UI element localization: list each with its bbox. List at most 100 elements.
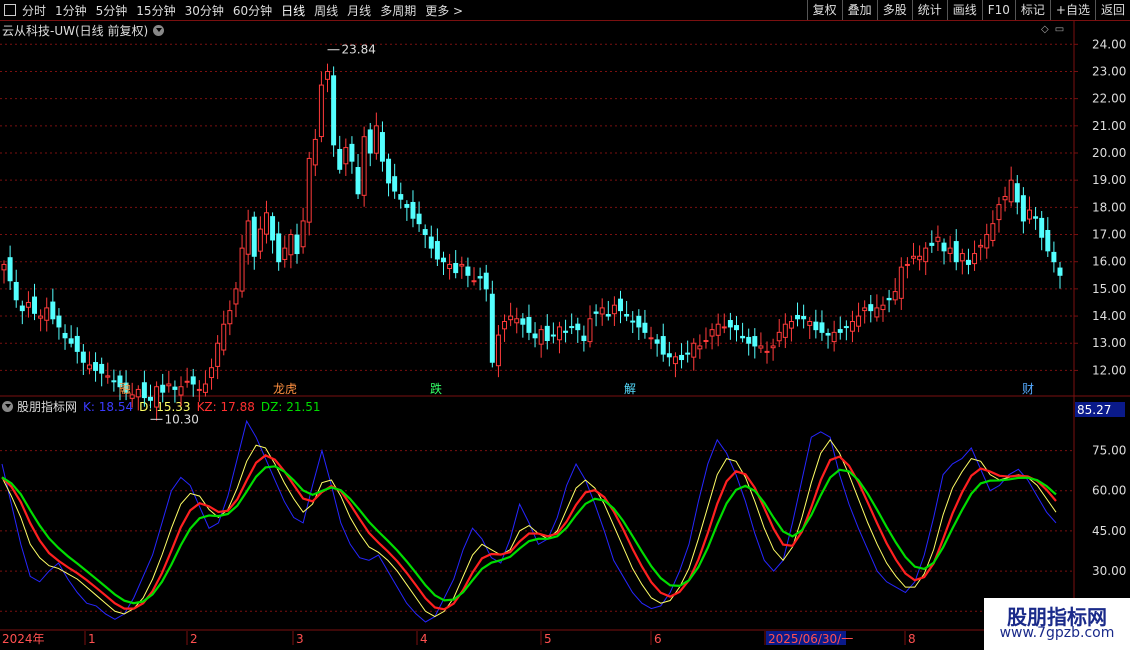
candle-body [715, 323, 721, 336]
candle-body [288, 234, 294, 256]
time-axis-label: 2024年 [2, 632, 45, 646]
candle-body [618, 298, 623, 312]
candle-body [7, 257, 13, 282]
candle-body [795, 314, 801, 320]
candle-body [862, 307, 868, 312]
candle-body [447, 263, 453, 270]
candle-body [1002, 195, 1008, 201]
candle-body [459, 263, 465, 267]
candle-body [428, 236, 434, 249]
indicator-tick-label: 45.00 [1092, 524, 1126, 538]
candle-body [99, 363, 105, 374]
candle-body [1033, 216, 1039, 219]
candle-body [563, 330, 569, 333]
candle-body [196, 388, 202, 391]
candle-body [923, 247, 929, 263]
candle-body [343, 147, 349, 165]
candle-body [215, 342, 221, 367]
candle-body [782, 323, 788, 338]
candle-body [996, 204, 1002, 221]
candle-body [941, 242, 947, 252]
candle-body [575, 323, 581, 331]
price-tick-label: 14.00 [1092, 309, 1126, 323]
candle-body [257, 228, 263, 252]
candle-body [312, 138, 318, 166]
price-tick-label: 19.00 [1092, 173, 1126, 187]
price-tick-label: 18.00 [1092, 200, 1126, 214]
price-tick-label: 17.00 [1092, 228, 1126, 242]
candle-body [758, 345, 764, 349]
time-axis-label: 4 [420, 632, 428, 646]
candle-body [221, 323, 227, 351]
candle-body [154, 386, 160, 408]
candle-body [398, 194, 404, 200]
candle-body [1020, 195, 1026, 222]
candle-body [911, 255, 916, 259]
candle-body [44, 307, 50, 321]
candle-body [1008, 179, 1014, 203]
candle-body [489, 293, 495, 363]
candle-body [532, 333, 538, 339]
candle-body [349, 143, 355, 162]
candle-body [874, 307, 880, 318]
candle-body [355, 167, 361, 195]
candle-body [68, 338, 74, 344]
candle-body [605, 314, 611, 317]
event-marker: 龙虎 [273, 382, 297, 396]
time-axis-label: 1 [88, 632, 96, 646]
candle-body [233, 288, 239, 305]
candle-body [471, 280, 477, 283]
price-tick-label: 24.00 [1092, 37, 1126, 51]
candle-body [947, 247, 953, 254]
candle-body [703, 340, 709, 343]
candle-body [972, 253, 978, 265]
candle-body [263, 212, 269, 235]
candle-body [318, 84, 324, 138]
candle-body [886, 297, 892, 301]
candle-body [331, 75, 337, 146]
candle-body [556, 326, 562, 341]
candle-body [880, 304, 886, 311]
candle-body [441, 257, 446, 263]
chart-canvas[interactable]: 24.00 23.00 22.00 21.00 20.00 19.00 18.00 17.00… [0, 0, 1130, 650]
event-marker: 财 [1022, 382, 1034, 396]
candle-body [141, 382, 147, 399]
candle-body [1039, 217, 1045, 238]
low-price-label: 10.30 [164, 412, 198, 426]
candle-body [569, 326, 575, 329]
candle-body [306, 157, 312, 223]
candle-body [514, 318, 520, 324]
candle-body [593, 311, 599, 314]
candle-body [245, 220, 251, 255]
k-line [1, 419, 1057, 623]
candle-body [178, 386, 184, 396]
candle-body [904, 263, 910, 266]
candle-body [929, 242, 935, 246]
indicator-tick-label: 60.00 [1092, 484, 1126, 498]
candle-body [325, 70, 330, 80]
candle-body [1051, 251, 1057, 263]
event-marker: 跌 [430, 381, 442, 396]
price-tick-label: 13.00 [1092, 336, 1126, 350]
indicator-tick-label: 75.00 [1092, 444, 1126, 458]
candle-body [746, 336, 752, 344]
candle-body [648, 337, 654, 340]
candle-body [697, 345, 703, 350]
candle-body [679, 354, 685, 361]
candle-body [752, 336, 758, 347]
candle-body [477, 276, 483, 279]
candle-body [685, 352, 691, 355]
candle-body [13, 281, 19, 301]
candle-body [282, 247, 288, 260]
candle-body [788, 320, 794, 329]
candle-body [93, 362, 99, 371]
time-axis-label: 3 [296, 632, 304, 646]
candle-body [367, 129, 373, 154]
candle-body [550, 334, 556, 337]
candle-body [160, 384, 166, 393]
watermark: 股朋指标网 www.7gpzb.com [984, 598, 1130, 650]
event-marker: 解 [624, 382, 636, 396]
candle-body [544, 325, 550, 342]
candle-body [32, 296, 38, 314]
candle-body [25, 301, 31, 308]
